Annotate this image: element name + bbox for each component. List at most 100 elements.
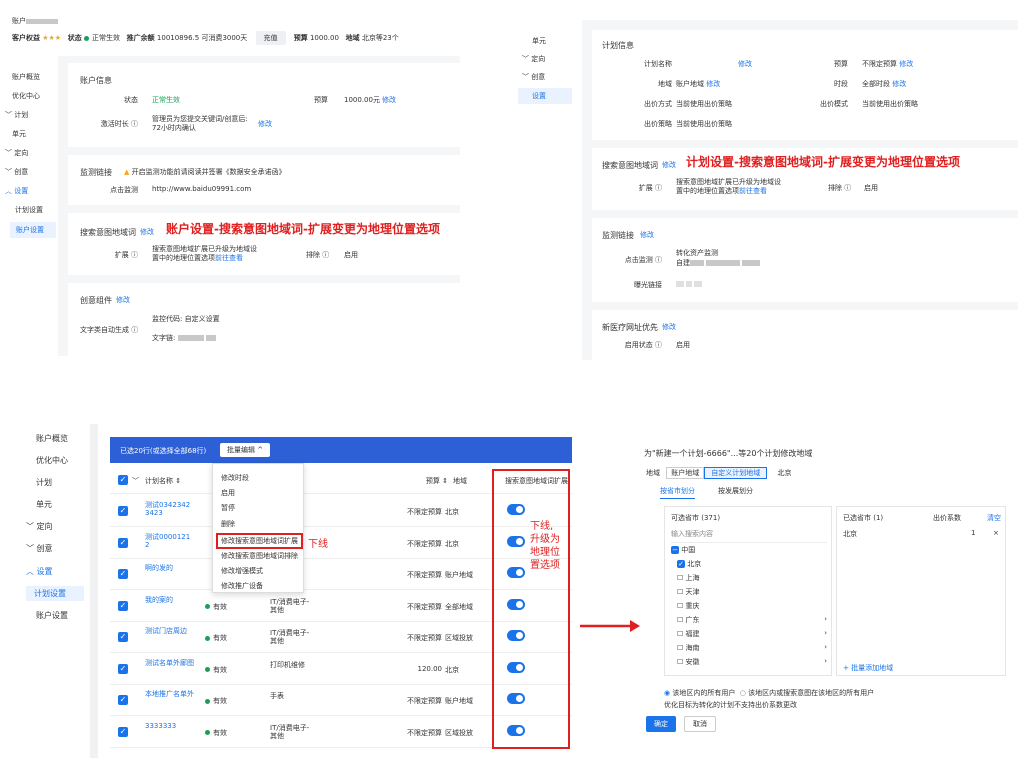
row-checkbox[interactable]: ✓ [118, 506, 128, 516]
province-search-input[interactable]: 输入搜索内容 [671, 529, 827, 543]
bnav-account-settings[interactable]: 账户设置 [36, 610, 68, 621]
row-checkbox[interactable]: ✓ [118, 569, 128, 579]
rnav-target[interactable]: ﹀ 定向 [522, 54, 545, 64]
row-checkbox[interactable]: ✓ [118, 726, 128, 737]
plan-name-link[interactable]: 测试门店周边 [145, 627, 195, 635]
tree-china[interactable]: − 中国 [671, 545, 695, 555]
plan-region-edit[interactable]: 修改 [706, 80, 720, 88]
nav-creative[interactable]: ﹀ 创意 [5, 167, 28, 177]
tree-anhui[interactable]: ☐ 安徽 › [677, 657, 827, 667]
recharge-button[interactable]: 充值 [255, 31, 286, 45]
nav-optimize[interactable]: 优化中心 [12, 91, 40, 101]
nav-plan[interactable]: ﹀ 计划 [5, 110, 28, 120]
clear-link[interactable]: 清空 [987, 513, 1001, 523]
batch-add-link[interactable]: + 批量添加地域 [843, 663, 893, 673]
option-account-region[interactable]: 账户地域 [666, 467, 705, 479]
plan-name-link[interactable]: 啊的发的 [145, 564, 195, 572]
menu-delete[interactable]: 删除 [221, 519, 235, 529]
batch-edit-menu: 修改时段 启用 暂停 删除 修改搜索意图地域词扩展 修改搜索意图地域词排除 修改… [212, 463, 304, 593]
plan-region-value: 账户地域 修改 [676, 80, 721, 88]
tree-guangdong[interactable]: ☐ 广东 › [677, 615, 827, 625]
plan-name-link[interactable]: 3333333 [145, 722, 195, 730]
menu-edit-intent-expand[interactable]: 修改搜索意图地域词扩展 [216, 533, 303, 549]
coef-value[interactable]: 1 [971, 529, 975, 537]
menu-edit-enhance[interactable]: 修改增强模式 [221, 566, 263, 576]
bnav-settings[interactable]: ︿ 设置 [26, 566, 53, 577]
plan-name-edit[interactable]: 修改 [738, 59, 752, 69]
medical-edit[interactable]: 修改 [662, 322, 676, 332]
bnav-creative[interactable]: ﹀ 创意 [26, 543, 53, 554]
plan-name-link[interactable]: 测试名单外廊图 [145, 659, 195, 667]
plan-name-link[interactable]: 测试0000121 2 [145, 533, 195, 549]
tree-shanghai[interactable]: ☐ 上海 [677, 573, 700, 583]
medical-card: 新医疗网址优先 修改 启用状态 ⓘ 启用 [592, 310, 1018, 360]
search-intent-edit-link[interactable]: 修改 [140, 227, 154, 237]
menu-enable[interactable]: 启用 [221, 488, 235, 498]
radio-unchecked-icon[interactable]: ○ [740, 689, 746, 697]
creative-edit-link[interactable]: 修改 [116, 295, 130, 305]
tree-beijing[interactable]: ✓ 北京 [677, 559, 701, 569]
budget-edit-link[interactable]: 修改 [382, 95, 396, 105]
row-checkbox[interactable]: ✓ [118, 600, 128, 611]
plan-search-intent-edit[interactable]: 修改 [662, 160, 676, 170]
tree-hainan[interactable]: ☐ 海南 › [677, 643, 827, 653]
rnav-settings[interactable]: 设置 [518, 88, 572, 104]
plan-name-link[interactable]: 我的案的 [145, 596, 195, 604]
row-budget: 120.00 [417, 664, 443, 673]
option-custom-region[interactable]: 自定义计划地域 [704, 467, 768, 479]
cancel-button[interactable]: 取消 [684, 716, 716, 732]
plan-budget-edit[interactable]: 修改 [899, 60, 913, 68]
bnav-overview[interactable]: 账户概览 [36, 433, 68, 444]
row-checkbox[interactable]: ✓ [118, 695, 128, 705]
menu-edit-time[interactable]: 修改时段 [221, 473, 249, 483]
nav-unit[interactable]: 单元 [12, 129, 26, 139]
row-business: IT/消费电子-其他 [270, 597, 310, 614]
menu-edit-intent-exclude[interactable]: 修改搜索意图地域词排除 [221, 551, 298, 561]
monitor-code: 监控代码: 自定义设置 [152, 315, 220, 323]
bnav-plan[interactable]: 计划 [36, 477, 52, 488]
batch-edit-button[interactable]: 批量编辑 ^ [220, 443, 271, 457]
plan-goto-view-link[interactable]: 前往查看 [739, 187, 767, 195]
plan-name-link[interactable]: 本地推广名单外 [145, 690, 195, 698]
tree-chongqing[interactable]: ☐ 重庆 [677, 601, 700, 611]
row-checkbox[interactable]: ✓ [118, 632, 128, 642]
nav-target[interactable]: ﹀ 定向 [5, 148, 28, 158]
bnav-unit[interactable]: 单元 [36, 499, 52, 510]
radio-checked-icon[interactable]: ◉ [664, 689, 670, 697]
bnav-optimize[interactable]: 优化中心 [36, 455, 68, 466]
red-arrow [580, 620, 640, 632]
rnav-unit[interactable]: 单元 [532, 36, 546, 46]
menu-edit-device[interactable]: 修改推广设备 [221, 581, 263, 591]
nav-account-overview[interactable]: 账户概览 [12, 72, 40, 82]
bnav-plan-settings[interactable]: 计划设置 [26, 586, 84, 601]
nav-plan-settings[interactable]: 计划设置 [15, 205, 43, 215]
plan-exclude-label: 排除 ⓘ [828, 184, 852, 192]
row-checkbox[interactable]: ✓ [118, 663, 128, 674]
budget-label: 预算 [314, 96, 328, 104]
row-region: 北京 [445, 508, 459, 516]
tree-tianjin[interactable]: ☐ 天津 [677, 587, 700, 597]
activation-edit-link[interactable]: 修改 [258, 119, 272, 129]
nav-account-settings[interactable]: 账户设置 [10, 222, 56, 238]
nav-settings[interactable]: ︿ 设置 [5, 186, 28, 196]
header-budget[interactable]: 预算 ⇕ [400, 476, 448, 486]
rnav-creative[interactable]: ﹀ 创意 [522, 72, 545, 82]
plan-exclude-value: 启用 [864, 184, 878, 192]
plan-name-link[interactable]: 测试0342342 3423 [145, 501, 195, 517]
tab-by-development[interactable]: 按发展划分 [718, 486, 753, 496]
tree-fujian[interactable]: ☐ 福建 › [677, 629, 827, 639]
plan-time-edit[interactable]: 修改 [892, 80, 906, 88]
goto-view-link[interactable]: 前往查看 [215, 254, 243, 262]
row-budget: 不限定预算 [407, 571, 442, 579]
region-dialog: 为"新建一个计划-6666"...等20个计划修改地域 地域 账户地域 自定义计划… [640, 440, 1018, 762]
remove-icon[interactable]: × [993, 529, 999, 537]
row-checkbox[interactable]: ✓ [118, 537, 128, 548]
select-all-checkbox[interactable]: ✓ [118, 475, 128, 485]
tab-by-province[interactable]: 按省市划分 [660, 486, 695, 499]
menu-pause[interactable]: 暂停 [221, 503, 235, 513]
ok-button[interactable]: 确定 [646, 716, 676, 732]
menu-annotation: 下线 [308, 539, 328, 550]
plan-monitor-edit[interactable]: 修改 [640, 230, 654, 240]
bnav-target[interactable]: ﹀ 定向 [26, 521, 53, 532]
header-plan-name[interactable]: 计划名称 ⇕ [145, 476, 181, 486]
